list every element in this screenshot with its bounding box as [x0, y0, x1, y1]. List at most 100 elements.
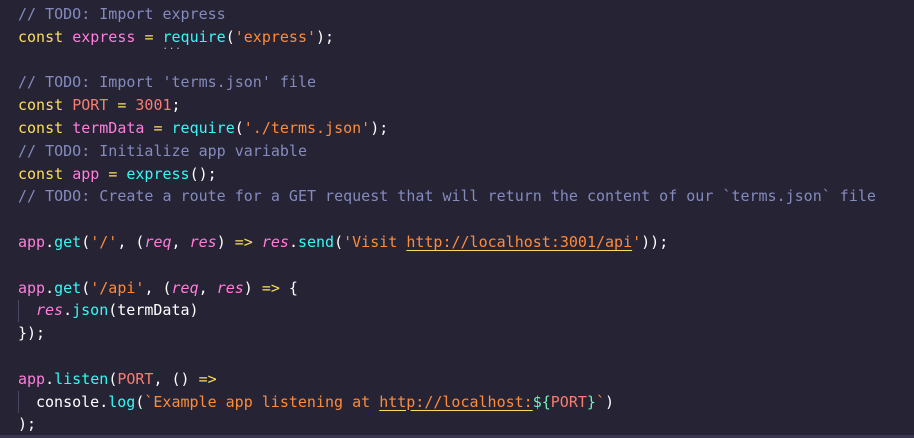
code-token: // TODO: Create a route for a GET reques… [18, 187, 876, 206]
code-token: => [198, 369, 217, 388]
code-token: res [189, 233, 217, 251]
code-token: req [144, 233, 172, 251]
code-token: res [261, 233, 289, 251]
code-line[interactable]: const PORT = 3001; [18, 94, 181, 116]
code-token: ) [604, 392, 614, 411]
code-token: } [586, 392, 596, 411]
code-token: // TODO: Import 'terms.json' file [18, 73, 317, 92]
code-token: , ( [117, 233, 145, 251]
indent-guide-log [18, 391, 19, 413]
code-token: json [72, 301, 109, 320]
code-token: . [99, 392, 109, 411]
code-line[interactable]: // TODO: Create a route for a GET reques… [18, 185, 876, 207]
code-token: => [234, 233, 253, 251]
code-token: PORT [550, 392, 587, 411]
code-token: , [198, 278, 217, 297]
code-line[interactable]: const termData = require('./terms.json')… [18, 117, 388, 139]
code-token: req [171, 278, 199, 297]
code-token: . [45, 233, 55, 251]
code-token: listen [54, 369, 109, 388]
code-token: ( [81, 278, 91, 297]
code-token: termData [72, 119, 145, 137]
code-token: 3001 [135, 96, 172, 115]
code-token: 'Visit [343, 233, 407, 251]
code-token: ( [334, 233, 344, 251]
code-token: . [63, 301, 73, 320]
code-line[interactable]: // TODO: Import 'terms.json' file [18, 71, 316, 93]
code-token: http://localhost:3001/api [406, 233, 633, 251]
code-token: , [171, 233, 190, 251]
code-token: app [72, 164, 100, 183]
code-token: http://localhost: [379, 392, 533, 411]
code-line[interactable]: // TODO: Initialize app variable [18, 140, 307, 162]
code-token: '/' [90, 233, 118, 251]
code-line[interactable]: const express = require('express'); [18, 26, 334, 48]
code-token: ) [216, 233, 235, 251]
code-line[interactable]: app.get('/', (req, res) => res.send('Vis… [18, 231, 668, 253]
code-token: (termData) [108, 301, 199, 320]
code-line[interactable]: ); [18, 413, 36, 435]
code-token: `Example app listening at [144, 392, 380, 411]
code-token: ${ [532, 392, 551, 411]
code-token: ); [316, 27, 335, 46]
code-line[interactable]: res.json(termData) [36, 299, 199, 321]
code-token: get [54, 233, 82, 251]
code-line[interactable]: app.listen(PORT, () => [18, 368, 217, 390]
code-token: const [18, 96, 64, 115]
code-token: express [126, 164, 190, 183]
code-token: => [261, 278, 280, 297]
code-editor[interactable]: // TODO: Import express const express = r… [0, 0, 914, 438]
code-token: { [279, 278, 298, 297]
code-token: ); [18, 415, 37, 434]
code-token: ( [81, 233, 91, 251]
code-token: }); [18, 324, 46, 343]
code-token: // TODO: Initialize app variable [18, 141, 307, 160]
code-token: )); [641, 233, 669, 251]
code-token: express [72, 27, 136, 46]
code-token: PORT [117, 369, 154, 388]
code-token: ) [243, 278, 262, 297]
code-line[interactable]: app.get('/api', (req, res) => { [18, 277, 298, 299]
code-token: PORT [72, 96, 109, 115]
code-token: = [108, 164, 118, 183]
code-token: res [36, 301, 64, 320]
code-token: './terms.json' [243, 119, 371, 137]
code-token: ' [632, 233, 642, 251]
code-line[interactable]: const app = express(); [18, 163, 217, 185]
code-token: ( [234, 119, 244, 137]
code-token: const [18, 164, 64, 183]
code-token: console [36, 392, 100, 411]
code-token: . [288, 233, 298, 251]
code-token: . [45, 369, 55, 388]
code-token: ( [108, 369, 118, 388]
code-token: get [54, 278, 82, 297]
code-token: ; [171, 96, 181, 115]
code-token: ); [370, 119, 389, 137]
code-token: ` [595, 392, 605, 411]
code-token: app [18, 369, 46, 388]
code-line[interactable]: }); [18, 322, 45, 344]
code-token: . [45, 278, 55, 297]
code-token: const [18, 27, 64, 46]
code-token: // TODO: Import express [18, 5, 226, 23]
code-token: res [216, 278, 244, 297]
code-token: (); [189, 164, 217, 183]
code-token: , ( [144, 278, 172, 297]
code-token: app [18, 278, 46, 297]
code-token: app [18, 233, 46, 251]
code-line[interactable]: console.log(`Example app listening at ht… [36, 391, 614, 413]
indent-guide-json [18, 300, 19, 322]
code-token: require [171, 119, 235, 137]
code-line[interactable]: // TODO: Import express [18, 3, 226, 25]
code-token: log [108, 392, 136, 411]
code-token: '/api' [90, 278, 145, 297]
